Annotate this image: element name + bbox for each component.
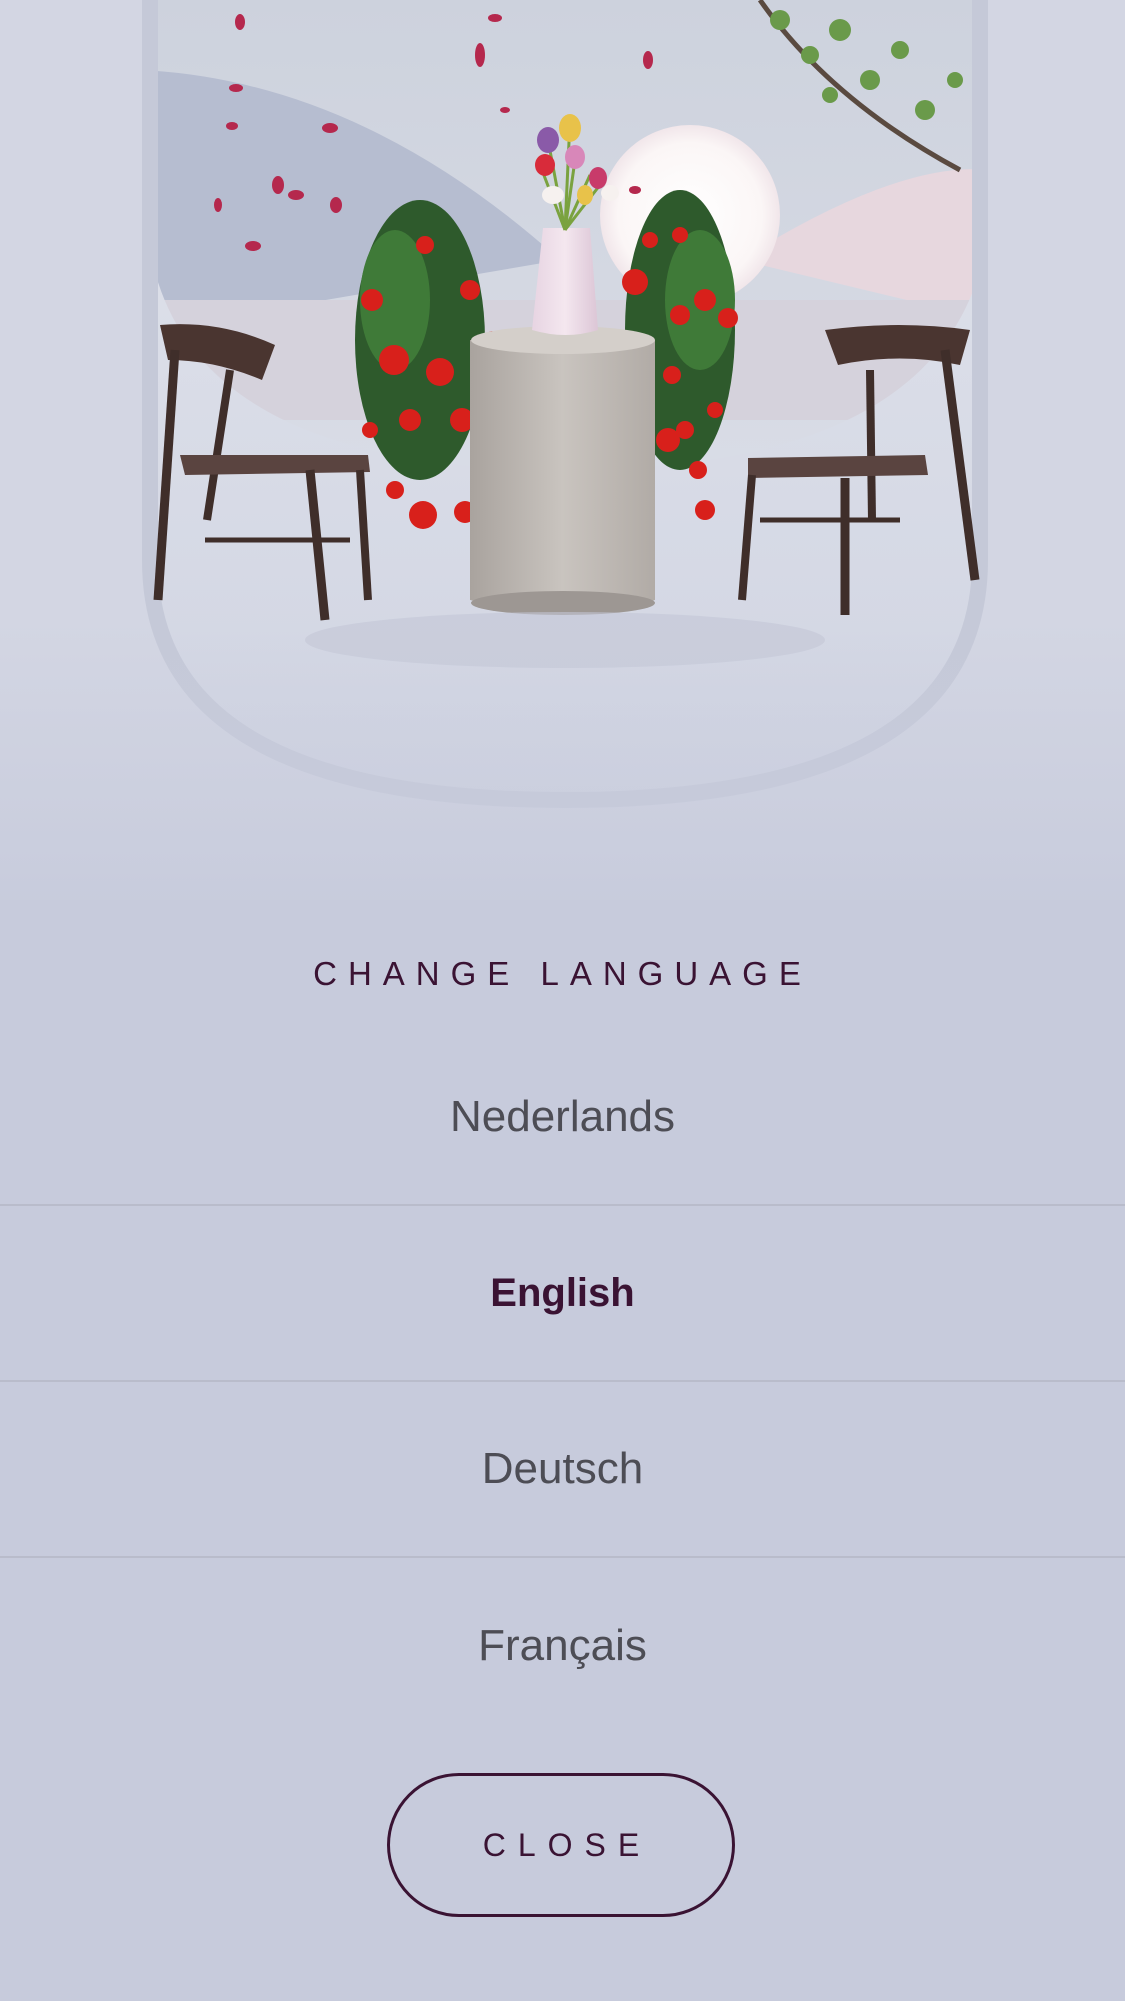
language-option-deutsch[interactable]: Deutsch	[0, 1382, 1125, 1558]
vase	[532, 228, 598, 335]
language-option-francais[interactable]: Français	[0, 1558, 1125, 1734]
pillar-table	[470, 326, 655, 615]
language-option-nederlands[interactable]: Nederlands	[0, 1030, 1125, 1206]
language-option-english[interactable]: English	[0, 1206, 1125, 1382]
language-list: Nederlands English Deutsch Français	[0, 1030, 1125, 1734]
close-button[interactable]: CLOSE	[387, 1773, 735, 1917]
dialog-title: CHANGE LANGUAGE	[313, 955, 812, 992]
hero-fade	[0, 620, 1125, 920]
